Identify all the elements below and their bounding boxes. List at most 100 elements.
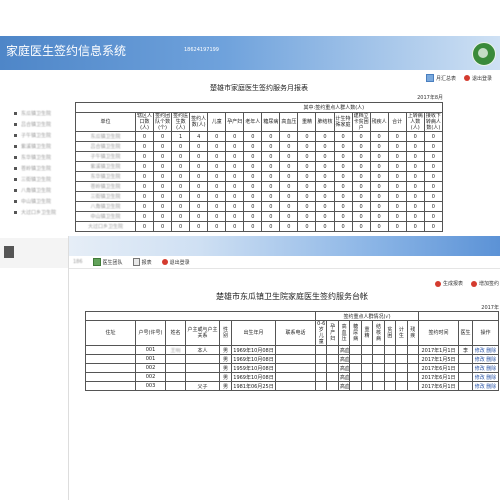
sidebar-item-label: 紫溪镇卫生院 xyxy=(21,144,52,150)
blank-cell xyxy=(84,311,317,321)
sidebar-item[interactable]: 八角镇卫生院 xyxy=(14,185,84,196)
table-cell: 0 xyxy=(423,191,444,202)
logout-button[interactable]: 退出登录 xyxy=(161,259,190,266)
column-header: 户号(许号) xyxy=(135,320,166,346)
table-cell: 0 xyxy=(315,141,335,152)
table-cell: 0 xyxy=(134,131,155,142)
table-cell: 0 xyxy=(387,131,407,142)
table-cell xyxy=(349,354,362,364)
table-cell: 高血压 xyxy=(337,354,351,364)
table-cell: 0 xyxy=(423,151,444,162)
header-phone: 18624197199 xyxy=(184,47,219,53)
sidebar-item[interactable]: 东瓜镇卫生院 xyxy=(14,108,84,119)
report-date: 2017年8月 xyxy=(417,95,443,101)
add-signing-button[interactable]: 增加签约 xyxy=(470,280,499,287)
logout-button[interactable]: 退出登录 xyxy=(463,75,492,82)
ledger-toolbar: 186 医生团队 报表 退出登录 xyxy=(69,256,500,269)
add-signing-label: 增加签约 xyxy=(478,281,499,287)
group-header-row: 其中:签约重点人群人数(人) xyxy=(75,102,443,113)
column-header: 结核病 xyxy=(372,320,385,346)
table-cell: 0 xyxy=(369,151,389,162)
table-cell xyxy=(406,381,420,391)
table-cell: 0 xyxy=(387,211,407,222)
table-cell: 0 xyxy=(243,191,263,202)
bullet-icon xyxy=(14,211,17,214)
report-button[interactable]: 报表 xyxy=(132,258,152,266)
table-cell: 0 xyxy=(279,161,299,172)
table-cell: 0 xyxy=(134,161,155,172)
table-cell: 0 xyxy=(279,131,299,142)
table-cell: 0 xyxy=(189,141,209,152)
table-cell: 0 xyxy=(423,201,444,212)
table-cell: 0 xyxy=(405,201,425,212)
logout-label: 退出登录 xyxy=(169,259,190,266)
table-cell: 0 xyxy=(225,191,245,202)
table-cell: 003 xyxy=(135,381,166,391)
row-actions[interactable]: 修改 删除 xyxy=(472,363,499,373)
generate-report-button[interactable]: 生成报表 xyxy=(434,280,463,287)
group-header-cell: 其中:签约重点人群人数(人) xyxy=(75,102,443,113)
table-cell: 大过口乡卫生院 xyxy=(75,221,136,232)
column-header: 老年人 xyxy=(243,112,263,132)
doctor-team-button[interactable]: 医生团队 xyxy=(92,258,123,266)
table-cell xyxy=(315,381,328,391)
table-cell: 0 xyxy=(279,201,299,212)
table-cell: 中山镇卫生院 xyxy=(75,211,136,222)
sidebar-item[interactable]: 中山镇卫生院 xyxy=(14,196,84,207)
table-cell: 0 xyxy=(261,161,281,172)
table-cell: 三街镇卫生院 xyxy=(75,191,136,202)
table-cell: 0 xyxy=(243,201,263,212)
sidebar-item[interactable]: 东华镇卫生院 xyxy=(14,152,84,163)
table-cell xyxy=(458,354,473,364)
table-cell: 0 xyxy=(153,151,173,162)
table-cell: 0 xyxy=(333,191,353,202)
table-cell xyxy=(372,354,385,364)
column-header: 0-6岁儿童 xyxy=(315,320,328,346)
table-cell xyxy=(85,354,136,364)
header-row: 单位 辖区人口数(人) 签约团队个数(个) 签约医生数(人) 签约人数(人) 儿童 孕产妇老… xyxy=(75,112,444,132)
window-thumbnail[interactable] xyxy=(0,238,68,268)
column-header: 户主或与户主关系 xyxy=(185,320,220,346)
app-header: 家庭医生签约信息系统 18624197199 xyxy=(0,36,500,70)
column-header: 签约时间 xyxy=(418,320,459,346)
table-cell: 0 xyxy=(315,131,335,142)
table-row: 001王明本人男1969年10月08日 高血压 2017年1月1日李修改 删除 xyxy=(85,345,499,355)
table-cell xyxy=(315,354,328,364)
column-header: 高血压 xyxy=(337,320,351,346)
table-cell: 0 xyxy=(333,131,353,142)
column-header: 计生 xyxy=(395,320,408,346)
sidebar-item[interactable]: 三街镇卫生院 xyxy=(14,174,84,185)
column-header: 孕产妇 xyxy=(225,112,245,132)
table-cell: 0 xyxy=(153,181,173,192)
table-cell: 男 xyxy=(219,354,232,364)
row-actions[interactable]: 修改 删除 xyxy=(472,345,499,355)
row-actions[interactable]: 修改 删除 xyxy=(472,354,499,364)
column-header: 性别 xyxy=(219,320,232,346)
row-actions[interactable]: 修改 删除 xyxy=(472,381,499,391)
table-cell: 本人 xyxy=(185,345,220,355)
app-title: 家庭医生签约信息系统 xyxy=(6,44,127,58)
table-row: 中山镇卫生院 0 0 0 0 0 0 0 0 0 0 0 0 0 0 0 0 0 xyxy=(75,211,444,222)
table-cell xyxy=(395,345,408,355)
table-cell: 0 xyxy=(351,181,371,192)
table-row: 紫溪镇卫生院 0 0 0 0 0 0 0 0 0 0 0 0 0 0 0 0 0 xyxy=(75,161,444,172)
table-cell: 0 xyxy=(243,221,263,232)
row-actions[interactable]: 修改 删除 xyxy=(472,372,499,382)
table-cell: 1959年10月08日 xyxy=(231,363,276,373)
table-cell: 0 xyxy=(297,141,317,152)
sidebar-item[interactable]: 苍岭镇卫生院 xyxy=(14,163,84,174)
table-cell: 0 xyxy=(279,151,299,162)
table-cell: 0 xyxy=(134,221,155,232)
monthly-summary-button[interactable]: 月汇总表 xyxy=(425,74,456,82)
sidebar-item[interactable]: 紫溪镇卫生院 xyxy=(14,141,84,152)
sidebar-item[interactable]: 吕合镇卫生院 xyxy=(14,119,84,130)
table-cell: 0 xyxy=(207,191,227,202)
table-cell: 八角镇卫生院 xyxy=(75,201,136,212)
bullet-icon xyxy=(14,189,17,192)
ledger-table: 签约重点人群情况(√) 住址 户号(许号) 姓名 户主或与户主关系 性别 出生年月 联系电话 0… xyxy=(84,311,499,391)
table-cell: 0 xyxy=(189,181,209,192)
sidebar-item[interactable]: 子午镇卫生院 xyxy=(14,130,84,141)
table-cell: 0 xyxy=(171,191,191,202)
sidebar-item[interactable]: 大过口乡卫生院 xyxy=(14,207,84,218)
table-cell: 男 xyxy=(219,363,232,373)
